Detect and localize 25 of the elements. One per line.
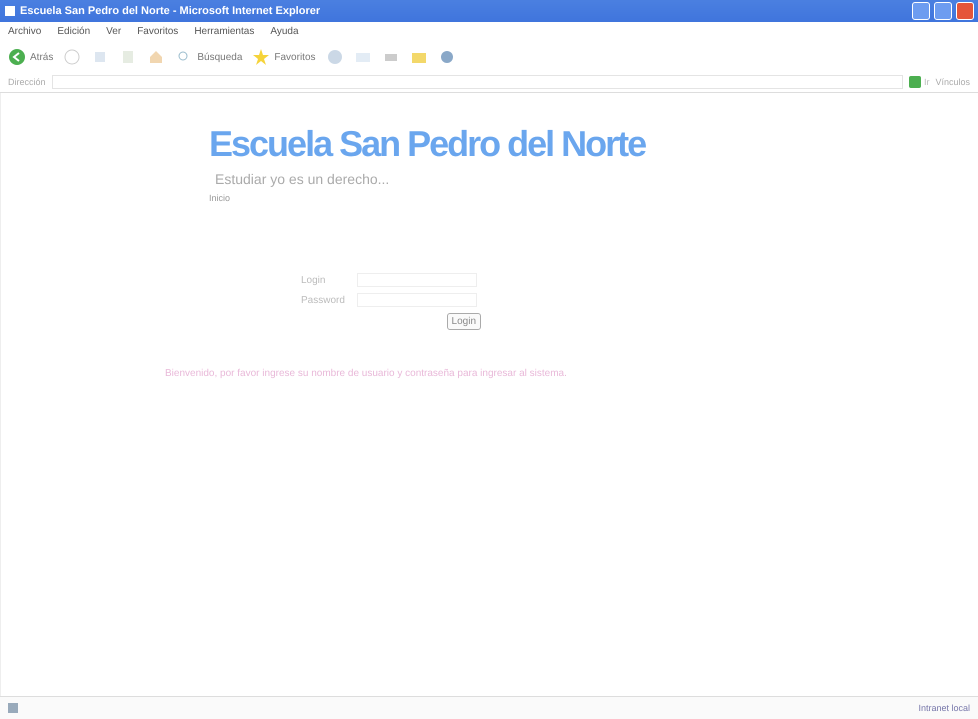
- welcome-message: Bienvenido, por favor ingrese su nombre de usuario y contraseña para ingresar al sistema.: [165, 368, 568, 379]
- menu-item[interactable]: Herramientas: [194, 26, 254, 38]
- address-field[interactable]: [52, 75, 903, 89]
- tagline: Estudiar yo es un derecho...: [215, 171, 390, 187]
- login-label: Login: [301, 274, 326, 286]
- maximize-button[interactable]: [934, 2, 952, 20]
- links-label[interactable]: Vínculos: [935, 77, 970, 87]
- site-heading: Escuela San Pedro del Norte: [209, 123, 647, 165]
- menu-item[interactable]: Edición: [57, 26, 90, 38]
- menu-item[interactable]: Archivo: [8, 26, 42, 38]
- menu-item[interactable]: Ver: [106, 26, 122, 38]
- window-title: Escuela San Pedro del Norte - Microsoft Internet Explorer: [20, 5, 322, 17]
- star-icon[interactable]: [252, 48, 270, 66]
- password-label: Password: [301, 294, 346, 306]
- menu-item[interactable]: Ayuda: [270, 26, 299, 38]
- nav-link[interactable]: Inicio: [209, 193, 978, 203]
- close-button[interactable]: [956, 2, 974, 20]
- search-button[interactable]: Búsqueda: [175, 48, 242, 66]
- back-button[interactable]: Atrás: [8, 48, 54, 66]
- minimize-button[interactable]: [912, 2, 930, 20]
- address-label: Dirección: [8, 77, 46, 87]
- zone-label: Intranet local: [918, 703, 970, 713]
- login-button[interactable]: Login: [446, 313, 481, 330]
- favorites-button[interactable]: Favoritos: [252, 48, 316, 66]
- menu-item[interactable]: Favoritos: [137, 26, 178, 38]
